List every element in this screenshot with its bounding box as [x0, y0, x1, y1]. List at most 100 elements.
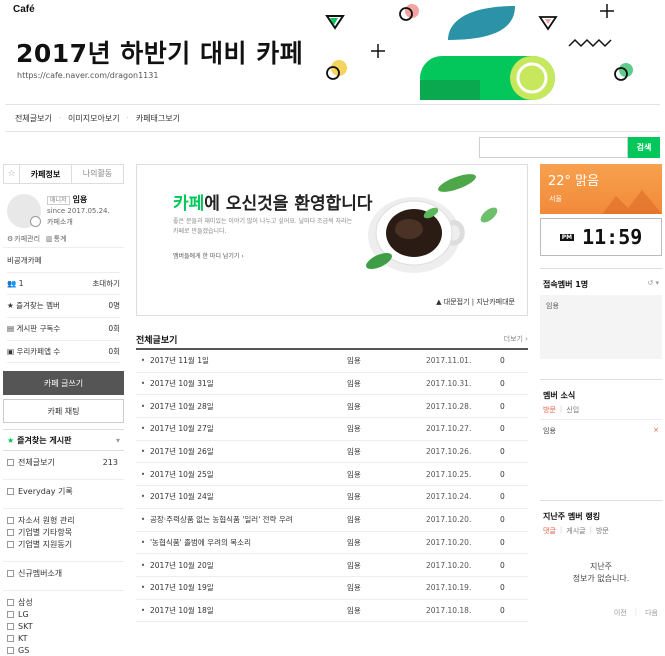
post-list-header: 전체글보기 더보기 ›: [136, 330, 528, 350]
post-row[interactable]: • 2017년 10월 26일 임용 2017.10.26. 0: [136, 441, 528, 464]
next-button[interactable]: 다음: [645, 608, 658, 618]
board-item[interactable]: 자소서 원형 관리: [3, 514, 124, 526]
tab-my-activity[interactable]: 나의활동: [71, 164, 123, 184]
board-item[interactable]: Everyday 기록: [3, 485, 124, 497]
cafe-chat-button[interactable]: 카페 채팅: [3, 399, 124, 424]
post-list-title[interactable]: 전체글보기: [136, 333, 177, 346]
post-list: • 2017년 11월 1일 임용 2017.11.01. 0 • 2017년 10월 31…: [136, 350, 528, 623]
cafe-logo[interactable]: Café: [13, 4, 35, 15]
nav-all-posts[interactable]: 전체글보기: [15, 113, 52, 124]
bullet-icon: •: [140, 583, 146, 593]
tab-new-members[interactable]: 신입: [566, 405, 579, 415]
board-item[interactable]: 신규멤버소개: [3, 567, 124, 579]
board-item[interactable]: 기업별 지원동기: [3, 538, 124, 550]
bullet-icon: •: [140, 469, 146, 479]
board-item[interactable]: 기업별 기타항목: [3, 526, 124, 538]
nav-image-collection[interactable]: 이미지모아보기: [68, 113, 120, 124]
post-views: 0: [500, 447, 505, 457]
news-member[interactable]: 임용: [543, 426, 556, 436]
post-title[interactable]: 공장·주력상품 없는 농협식품 '일러' 전략 우려: [150, 514, 347, 525]
post-row[interactable]: • 2017년 10월 19일 임용 2017.10.19. 0: [136, 577, 528, 600]
manager-name[interactable]: 임용: [73, 195, 88, 204]
close-icon[interactable]: ×: [653, 426, 659, 436]
tab-comments[interactable]: 댓글: [543, 526, 556, 536]
nav-cafe-tags[interactable]: 카페태그보기: [136, 113, 180, 124]
post-row[interactable]: • 2017년 10월 20일 임용 2017.10.20. 0: [136, 554, 528, 577]
prev-button[interactable]: 이전: [614, 608, 627, 618]
post-author[interactable]: 임용: [347, 537, 426, 548]
post-title[interactable]: 2017년 10월 20일: [150, 560, 347, 571]
cafe-manage-link[interactable]: 카페관리: [14, 234, 40, 244]
post-row[interactable]: • 2017년 10월 28일 임용 2017.10.28. 0: [136, 395, 528, 419]
board-item[interactable]: LG: [3, 608, 124, 620]
post-author[interactable]: 임용: [347, 423, 426, 434]
post-title[interactable]: 2017년 10월 19일: [150, 582, 347, 593]
post-row[interactable]: • 2017년 10월 24일 임용 2017.10.24. 0: [136, 486, 528, 509]
post-title[interactable]: 2017년 10월 28일: [150, 401, 347, 412]
post-title[interactable]: 2017년 10월 24일: [150, 491, 347, 502]
banner-footer-links[interactable]: ▲ 대문접기 | 지난카페대문: [436, 297, 515, 307]
post-title[interactable]: 2017년 10월 25일: [150, 469, 347, 480]
tab-visits[interactable]: 방문: [596, 526, 609, 536]
management-links: ⚙ 카페관리 ▥ 통계: [3, 230, 124, 248]
nav-separator: ·: [126, 114, 129, 122]
post-title[interactable]: 2017년 10월 26일: [150, 446, 347, 457]
board-item[interactable]: SKT: [3, 620, 124, 632]
post-title[interactable]: 2017년 10월 18일: [150, 605, 347, 616]
cafe-intro-link[interactable]: 카페소개: [47, 217, 110, 228]
post-row[interactable]: • 2017년 11월 1일 임용 2017.11.01. 0: [136, 350, 528, 373]
weather-city: 서울: [549, 195, 562, 203]
cafe-title[interactable]: 2017년 하반기 대비 카페: [16, 34, 303, 70]
post-author[interactable]: 임용: [347, 560, 426, 571]
tab-visit[interactable]: 방문: [543, 405, 556, 415]
search-input[interactable]: [479, 137, 628, 158]
post-author[interactable]: 임용: [347, 378, 426, 389]
post-author[interactable]: 임용: [347, 401, 426, 412]
post-author[interactable]: 임용: [347, 514, 426, 525]
post-title[interactable]: 2017년 10월 27일: [150, 423, 347, 434]
board-item[interactable]: GS: [3, 644, 124, 656]
post-row[interactable]: • '농협식품' 졸범에 우려의 목소리 임용 2017.10.20. 0: [136, 532, 528, 555]
board-all-posts[interactable]: 전체글보기 213: [3, 456, 124, 468]
favorite-boards-header[interactable]: ★ 즐겨찾는 게시판 ▾: [3, 429, 124, 452]
post-author[interactable]: 임용: [347, 469, 426, 480]
star-icon[interactable]: ☆: [4, 164, 20, 184]
online-members-panel: 접속멤버 1명 ↺ ▾ 임용: [540, 268, 662, 359]
refresh-icon[interactable]: ↺ ▾: [647, 279, 659, 290]
avatar[interactable]: [7, 194, 41, 228]
post-row[interactable]: • 2017년 10월 31일 임용 2017.10.31. 0: [136, 373, 528, 396]
post-author[interactable]: 임용: [347, 605, 426, 616]
stat-label: 우리카페앱 수: [16, 346, 61, 356]
post-author[interactable]: 임용: [347, 582, 426, 593]
weather-widget[interactable]: 22° 맑음 서울: [540, 164, 662, 214]
search-button[interactable]: 검색: [628, 137, 660, 158]
cafe-url[interactable]: https://cafe.naver.com/dragon1131: [17, 71, 158, 80]
post-date: 2017.10.19.: [426, 583, 472, 593]
board-menu: 전체글보기 213 Everyday 기록 자소서 원형 관리 기업별 기타항목 …: [3, 451, 124, 656]
tab-cafe-info[interactable]: 카페정보: [20, 169, 71, 180]
bullet-icon: •: [140, 515, 146, 525]
post-author[interactable]: 임용: [347, 446, 426, 457]
post-row[interactable]: • 2017년 10월 18일 임용 2017.10.18. 0: [136, 600, 528, 623]
post-title[interactable]: 2017년 11월 1일: [150, 355, 347, 366]
member-count[interactable]: 1: [19, 279, 24, 288]
board-item[interactable]: 삼성: [3, 596, 124, 608]
post-author[interactable]: 임용: [347, 355, 426, 366]
tab-posts[interactable]: 게시글: [566, 526, 585, 536]
post-row[interactable]: • 2017년 10월 25일 임용 2017.10.25. 0: [136, 463, 528, 487]
invite-link[interactable]: 초대하기: [92, 278, 120, 290]
stats-link[interactable]: 통계: [54, 234, 67, 244]
board-item[interactable]: KT: [3, 632, 124, 644]
bullet-icon: •: [140, 537, 146, 547]
write-post-button[interactable]: 카페 글쓰기: [3, 371, 124, 396]
board-icon: [7, 598, 14, 606]
post-row[interactable]: • 2017년 10월 27일 임용 2017.10.27. 0: [136, 418, 528, 441]
post-title[interactable]: '농협식품' 졸범에 우려의 목소리: [150, 537, 347, 548]
gear-icon: ⚙: [7, 234, 14, 243]
post-author[interactable]: 임용: [347, 491, 426, 502]
post-title[interactable]: 2017년 10월 31일: [150, 378, 347, 389]
more-link[interactable]: 더보기 ›: [504, 334, 528, 344]
post-row[interactable]: • 공장·주력상품 없는 농협식품 '일러' 전략 우려 임용 2017.10.20.…: [136, 509, 528, 532]
online-member[interactable]: 임용: [546, 302, 559, 310]
leave-message-link[interactable]: 멤버들에게 한 마디 남기기 ›: [173, 251, 244, 260]
